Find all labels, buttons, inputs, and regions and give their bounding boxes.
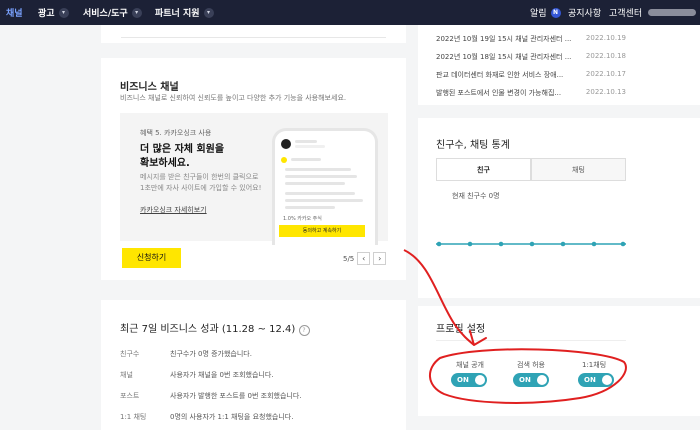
phone-text-line — [285, 168, 351, 171]
notice-title: 판교 데이터센터 화재로 인한 서비스 장애... — [436, 71, 564, 79]
notice-date: 2022.10.13 — [585, 88, 626, 96]
alarm-link[interactable]: 알림 N — [530, 0, 561, 25]
tab-friends[interactable]: 친구 — [436, 158, 531, 180]
stat-label: 1:1 채팅 — [120, 413, 147, 421]
notice-title: 2022년 10월 19일 15시 채널 관리자센터 ... — [436, 35, 572, 43]
toggle-knob — [537, 375, 547, 385]
top-navigation-bar: 채널 광고 ▾ 서비스/도구 ▾ 파트너 지원 ▾ 알림 N 공지사항 고객센터 — [0, 0, 700, 25]
chevron-down-icon: ▾ — [203, 7, 214, 18]
search-allow-toggle[interactable]: ON — [513, 373, 549, 387]
toggle-state: ON — [457, 376, 469, 384]
phone-sub-text: 1.0% 카카오 주식 — [283, 216, 322, 222]
data-point — [436, 241, 442, 247]
chevron-down-icon: ▾ — [58, 7, 69, 18]
stat-value: 사용자가 발행한 포스트를 0번 조회했습니다. — [170, 392, 302, 400]
nav-item-label: 광고 — [38, 9, 55, 19]
toggle-label: 채널 공개 — [456, 361, 484, 369]
divider — [121, 37, 386, 38]
notice-item[interactable]: 발행된 포스트에서 인물 변경이 가능해집... 2022.10.13 — [436, 88, 626, 98]
business-channel-description: 비즈니스 채널로 신뢰하여 신뢰도를 높이고 다양한 추가 기능을 사용해보세요… — [120, 94, 347, 102]
stat-value: 친구수가 0명 증가했습니다. — [170, 350, 252, 358]
tab-chat[interactable]: 채팅 — [531, 158, 626, 180]
apply-button[interactable]: 신청하기 — [122, 248, 181, 268]
data-point — [620, 241, 626, 247]
notice-title: 2022년 10월 18일 15시 채널 관리자센터 ... — [436, 53, 572, 61]
channel-avatar — [281, 139, 291, 149]
stat-value: 사용자가 채널을 0번 조회했습니다. — [170, 371, 274, 379]
promo-pager: 5/5 ‹ › — [343, 252, 387, 265]
business-channel-title: 비즈니스 채널 — [120, 82, 179, 93]
pager-count: 5/5 — [343, 254, 355, 263]
stat-label: 친구수 — [120, 350, 140, 358]
nav-item-partner-support[interactable]: 파트너 지원 ▾ — [155, 0, 214, 25]
customer-center-link[interactable]: 고객센터 — [609, 0, 642, 25]
kakao-sync-details-link[interactable]: 카카오싱크 자세히보기 — [140, 205, 207, 215]
total-friends-text: 현재 친구수 0명 — [452, 192, 500, 200]
toggle-knob — [602, 375, 612, 385]
data-point — [560, 241, 566, 247]
notice-link[interactable]: 공지사항 — [568, 0, 601, 25]
user-account-blurred[interactable] — [648, 9, 696, 16]
phone-agree-button: 동의하고 계속하기 — [279, 225, 365, 237]
nav-item-services-tools[interactable]: 서비스/도구 ▾ — [83, 0, 142, 25]
data-point — [591, 241, 597, 247]
nav-item-label: 서비스/도구 — [83, 9, 128, 19]
promo-title-line-2: 확보하세요. — [140, 158, 190, 169]
promo-title-line-1: 더 많은 자체 회원을 — [140, 144, 225, 155]
friends-trend-chart — [436, 241, 626, 247]
notice-date: 2022.10.17 — [585, 70, 626, 78]
stats-tabs: 친구 채팅 — [436, 158, 626, 181]
phone-text-line — [295, 140, 317, 143]
notice-item[interactable]: 2022년 10월 19일 15시 채널 관리자센터 ... 2022.10.1… — [436, 34, 626, 44]
nav-item-label: 파트너 지원 — [155, 9, 200, 19]
nav-item-label: 채널 — [6, 9, 23, 19]
notice-date: 2022.10.18 — [585, 52, 626, 60]
phone-text-line — [285, 206, 335, 209]
promo-text-line-2: 1초만에 자사 사이트에 가입할 수 있어요! — [140, 184, 262, 192]
nav-item-channel[interactable]: 채널 — [6, 0, 23, 25]
notice-label: 공지사항 — [568, 9, 602, 19]
data-point — [529, 241, 535, 247]
phone-bullet-icon — [281, 157, 287, 163]
phone-mockup: 1.0% 카카오 주식 동의하고 계속하기 — [272, 128, 378, 245]
notice-item[interactable]: 2022년 10월 18일 15시 채널 관리자센터 ... 2022.10.1… — [436, 52, 626, 62]
next-arrow-icon[interactable]: › — [373, 252, 387, 265]
data-point — [498, 241, 504, 247]
phone-text-line — [285, 175, 357, 178]
promo-text-line-1: 메시지를 받은 친구들이 한번의 클릭으로 — [140, 173, 259, 181]
toggle-state: ON — [519, 376, 531, 384]
chevron-down-icon: ▾ — [131, 7, 142, 18]
toggle-label: 검색 허용 — [517, 361, 545, 369]
toggle-label: 1:1채팅 — [582, 361, 607, 369]
performance-title: 최근 7일 비즈니스 성과 (11.28 ~ 12.4) ? — [120, 320, 310, 336]
public-channel-toggle[interactable]: ON — [451, 373, 487, 387]
toggle-knob — [475, 375, 485, 385]
one-to-one-chat-toggle[interactable]: ON — [578, 373, 614, 387]
phone-text-line — [295, 145, 325, 148]
stat-label: 채널 — [120, 371, 133, 379]
phone-text-line — [285, 192, 355, 195]
stat-label: 포스트 — [120, 392, 140, 400]
customer-center-label: 고객센터 — [609, 9, 643, 19]
data-point — [467, 241, 473, 247]
alarm-label: 알림 — [530, 9, 547, 19]
stat-value: 0명의 사용자가 1:1 채팅을 요청했습니다. — [170, 413, 294, 421]
notice-title: 발행된 포스트에서 인물 변경이 가능해집... — [436, 89, 562, 97]
new-badge: N — [550, 7, 561, 18]
notice-date: 2022.10.19 — [585, 34, 626, 42]
promo-tag: 혜택 5. 카카오싱크 사용 — [140, 129, 212, 137]
help-icon[interactable]: ? — [298, 325, 310, 336]
toggle-state: ON — [584, 376, 596, 384]
stats-title: 친구수, 채팅 통계 — [436, 140, 510, 151]
top-card-fragment — [101, 25, 406, 43]
phone-text-line — [285, 199, 363, 202]
nav-item-ads[interactable]: 광고 ▾ — [38, 0, 69, 25]
phone-text-line — [285, 182, 345, 185]
phone-text-line — [291, 158, 321, 161]
notice-item[interactable]: 판교 데이터센터 화재로 인한 서비스 장애... 2022.10.17 — [436, 70, 626, 80]
divider — [436, 340, 626, 341]
prev-arrow-icon[interactable]: ‹ — [357, 252, 371, 265]
performance-title-text: 최근 7일 비즈니스 성과 (11.28 ~ 12.4) — [120, 324, 296, 335]
profile-settings-title: 프로필 설정 — [436, 324, 486, 335]
